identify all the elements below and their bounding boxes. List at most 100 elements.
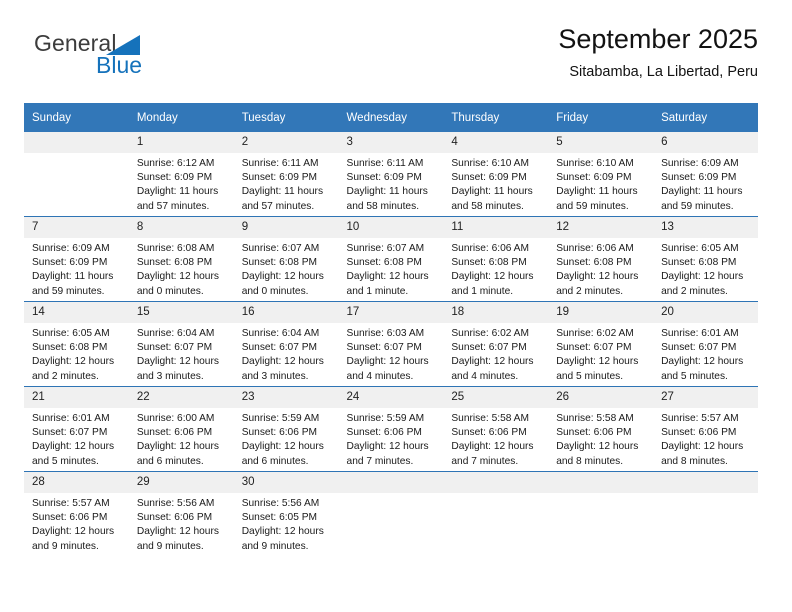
daylight-line-cont: and 0 minutes.	[241, 285, 309, 297]
daylight-line-cont: and 9 minutes.	[241, 540, 309, 552]
day-details: Sunrise: 6:09 AM Sunset: 6:09 PM Daylight:…	[24, 238, 129, 299]
calendar-day-cell[interactable]: 20 Sunrise: 6:01 AM Sunset: 6:07 PM Dayligh…	[653, 301, 758, 387]
calendar-day-cell[interactable]: 25 Sunrise: 5:58 AM Sunset: 6:06 PM Dayligh…	[443, 386, 549, 472]
daylight-line-cont: and 1 minute.	[346, 285, 409, 297]
daylight-line-cont: and 6 minutes.	[136, 455, 204, 467]
calendar-day-cell[interactable]: 6 Sunrise: 6:09 AM Sunset: 6:09 PM Daylight…	[653, 132, 758, 217]
sunset-line: Sunset: 6:08 PM	[451, 257, 527, 269]
daylight-line: Daylight: 12 hours	[32, 356, 115, 368]
day-number: 14	[24, 302, 129, 323]
daylight-line-cont: and 5 minutes.	[661, 370, 728, 382]
day-details: Sunrise: 6:12 AM Sunset: 6:09 PM Daylight:…	[129, 153, 234, 214]
calendar-empty-cell	[24, 132, 129, 217]
calendar-week-row: 1 Sunrise: 6:12 AM Sunset: 6:09 PM Daylight…	[24, 132, 758, 217]
day-number: 25	[443, 387, 549, 408]
title-block: September 2025 Sitabamba, La Libertad, P…	[558, 22, 758, 83]
calendar-day-cell[interactable]: 2 Sunrise: 6:11 AM Sunset: 6:09 PM Daylight…	[233, 132, 339, 217]
calendar-day-cell[interactable]: 23 Sunrise: 5:59 AM Sunset: 6:06 PM Dayligh…	[233, 386, 339, 472]
day-details: Sunrise: 6:07 AM Sunset: 6:08 PM Daylight:…	[234, 238, 339, 299]
day-details: Sunrise: 6:05 AM Sunset: 6:08 PM Daylight:…	[653, 238, 758, 299]
day-details: Sunrise: 5:57 AM Sunset: 6:06 PM Daylight:…	[653, 408, 758, 469]
daylight-line: Daylight: 12 hours	[451, 356, 534, 368]
day-number	[338, 472, 444, 493]
logo-text-blue: Blue	[96, 52, 143, 78]
day-number: 16	[233, 302, 339, 323]
calendar-day-cell[interactable]: 10 Sunrise: 6:07 AM Sunset: 6:08 PM Dayligh…	[338, 216, 444, 302]
calendar-day-cell[interactable]: 3 Sunrise: 6:11 AM Sunset: 6:09 PM Daylight…	[338, 132, 444, 217]
day-number: 8	[128, 217, 234, 238]
sunset-line: Sunset: 6:09 PM	[241, 172, 318, 184]
calendar-day-cell[interactable]: 13 Sunrise: 6:05 AM Sunset: 6:08 PM Dayligh…	[653, 216, 758, 302]
calendar-day-cell[interactable]: 12 Sunrise: 6:06 AM Sunset: 6:08 PM Dayligh…	[548, 216, 654, 302]
weekday-header-wednesday: Wednesday	[338, 103, 444, 132]
sunrise-line: Sunrise: 6:05 AM	[661, 243, 739, 254]
day-details: Sunrise: 5:56 AM Sunset: 6:05 PM Daylight:…	[234, 493, 339, 554]
calendar-day-cell[interactable]: 26 Sunrise: 5:58 AM Sunset: 6:06 PM Dayligh…	[548, 386, 654, 472]
day-number: 13	[653, 217, 758, 238]
sunrise-line: Sunrise: 5:57 AM	[32, 498, 110, 509]
calendar-day-cell[interactable]: 14 Sunrise: 6:05 AM Sunset: 6:08 PM Dayligh…	[24, 301, 129, 387]
calendar-day-cell[interactable]: 1 Sunrise: 6:12 AM Sunset: 6:09 PM Daylight…	[128, 132, 234, 217]
daylight-line-cont: and 9 minutes.	[136, 540, 204, 552]
day-details: Sunrise: 5:57 AM Sunset: 6:06 PM Daylight:…	[24, 493, 129, 554]
daylight-line-cont: and 59 minutes.	[661, 200, 734, 212]
daylight-line: Daylight: 12 hours	[241, 441, 324, 453]
daylight-line: Daylight: 12 hours	[346, 356, 429, 368]
sunset-line: Sunset: 6:09 PM	[661, 172, 737, 184]
sunset-line: Sunset: 6:08 PM	[32, 342, 108, 354]
sunrise-line: Sunrise: 6:00 AM	[136, 413, 215, 424]
calendar-day-cell[interactable]: 19 Sunrise: 6:02 AM Sunset: 6:07 PM Dayligh…	[548, 301, 654, 387]
calendar-day-cell[interactable]: 4 Sunrise: 6:10 AM Sunset: 6:09 PM Daylight…	[443, 132, 549, 217]
daylight-line: Daylight: 12 hours	[451, 441, 534, 453]
calendar-day-cell[interactable]: 11 Sunrise: 6:06 AM Sunset: 6:08 PM Dayligh…	[443, 216, 549, 302]
daylight-line-cont: and 6 minutes.	[241, 455, 309, 467]
sunrise-line: Sunrise: 6:04 AM	[241, 328, 320, 339]
calendar-day-cell[interactable]: 15 Sunrise: 6:04 AM Sunset: 6:07 PM Dayligh…	[128, 301, 234, 387]
calendar-day-cell[interactable]: 8 Sunrise: 6:08 AM Sunset: 6:08 PM Daylight…	[128, 216, 234, 302]
day-details: Sunrise: 6:00 AM Sunset: 6:06 PM Daylight:…	[129, 408, 234, 469]
day-details: Sunrise: 6:10 AM Sunset: 6:09 PM Daylight:…	[443, 153, 548, 214]
calendar-day-cell[interactable]: 22 Sunrise: 6:00 AM Sunset: 6:06 PM Dayligh…	[128, 386, 234, 472]
calendar-day-cell[interactable]: 30 Sunrise: 5:56 AM Sunset: 6:05 PM Dayligh…	[233, 471, 339, 556]
calendar-day-cell[interactable]: 9 Sunrise: 6:07 AM Sunset: 6:08 PM Daylight…	[233, 216, 339, 302]
day-details: Sunrise: 6:05 AM Sunset: 6:08 PM Daylight:…	[24, 323, 129, 384]
calendar-day-cell[interactable]: 5 Sunrise: 6:10 AM Sunset: 6:09 PM Daylight…	[548, 132, 654, 217]
calendar-day-cell[interactable]: 16 Sunrise: 6:04 AM Sunset: 6:07 PM Dayligh…	[233, 301, 339, 387]
daylight-line-cont: and 3 minutes.	[136, 370, 204, 382]
sunrise-line: Sunrise: 5:59 AM	[346, 413, 425, 424]
day-number: 21	[24, 387, 129, 408]
calendar-day-cell[interactable]: 27 Sunrise: 5:57 AM Sunset: 6:06 PM Dayligh…	[653, 386, 758, 472]
day-number	[548, 472, 654, 493]
sunrise-line: Sunrise: 6:10 AM	[451, 158, 529, 169]
sunrise-line: Sunrise: 5:58 AM	[556, 413, 634, 424]
sunset-line: Sunset: 6:08 PM	[661, 257, 737, 269]
calendar-day-cell[interactable]: 17 Sunrise: 6:03 AM Sunset: 6:07 PM Dayligh…	[338, 301, 444, 387]
day-number: 2	[233, 132, 339, 153]
calendar-week-row: 21 Sunrise: 6:01 AM Sunset: 6:07 PM Dayligh…	[24, 386, 758, 472]
day-details: Sunrise: 6:02 AM Sunset: 6:07 PM Daylight:…	[443, 323, 548, 384]
daylight-line: Daylight: 12 hours	[241, 356, 324, 368]
general-blue-logo[interactable]: General Blue	[34, 30, 234, 86]
calendar-day-cell[interactable]: 24 Sunrise: 5:59 AM Sunset: 6:06 PM Dayligh…	[338, 386, 444, 472]
calendar-day-cell[interactable]: 21 Sunrise: 6:01 AM Sunset: 6:07 PM Dayligh…	[24, 386, 129, 472]
calendar-day-cell[interactable]: 7 Sunrise: 6:09 AM Sunset: 6:09 PM Daylight…	[24, 216, 129, 302]
calendar-day-cell[interactable]: 18 Sunrise: 6:02 AM Sunset: 6:07 PM Dayligh…	[443, 301, 549, 387]
sunrise-line: Sunrise: 5:58 AM	[451, 413, 529, 424]
calendar-day-cell[interactable]: 28 Sunrise: 5:57 AM Sunset: 6:06 PM Dayligh…	[24, 471, 129, 556]
daylight-line-cont: and 1 minute.	[451, 285, 514, 297]
daylight-line: Daylight: 12 hours	[556, 271, 639, 283]
sunrise-line: Sunrise: 6:04 AM	[136, 328, 215, 339]
sunset-line: Sunset: 6:06 PM	[451, 427, 527, 439]
daylight-line: Daylight: 11 hours	[556, 186, 638, 198]
sunset-line: Sunset: 6:05 PM	[241, 512, 318, 524]
daylight-line: Daylight: 12 hours	[32, 441, 115, 453]
calendar-table: Sunday Monday Tuesday Wednesday Thursday…	[24, 103, 758, 556]
day-details: Sunrise: 6:03 AM Sunset: 6:07 PM Daylight:…	[339, 323, 444, 384]
sunrise-line: Sunrise: 6:02 AM	[451, 328, 529, 339]
day-number	[653, 472, 758, 493]
daylight-line: Daylight: 11 hours	[241, 186, 324, 198]
daylight-line-cont: and 0 minutes.	[136, 285, 204, 297]
calendar-day-cell[interactable]: 29 Sunrise: 5:56 AM Sunset: 6:06 PM Dayligh…	[128, 471, 234, 556]
daylight-line: Daylight: 12 hours	[241, 526, 324, 538]
sunrise-line: Sunrise: 6:06 AM	[556, 243, 634, 254]
